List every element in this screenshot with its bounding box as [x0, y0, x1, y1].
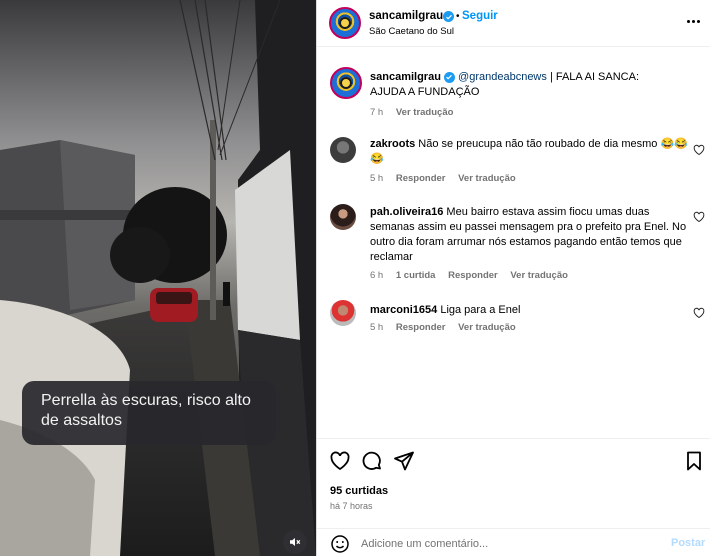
comment-username[interactable]: zakroots — [370, 138, 415, 150]
caption-translate-link[interactable]: Ver tradução — [396, 107, 454, 118]
more-dots-icon — [686, 19, 690, 23]
comment-meta: 5 h Responder Ver tradução — [370, 173, 526, 184]
like-heart-icon[interactable] — [329, 450, 351, 472]
comment-time[interactable]: 6 h — [370, 270, 383, 281]
heart-icon[interactable] — [693, 307, 705, 319]
commenter-avatar[interactable] — [330, 137, 356, 163]
comment-meta: 6 h 1 curtida Responder Ver tradução — [370, 270, 578, 281]
comment-likes-count[interactable]: 1 curtida — [396, 270, 436, 281]
caption-verified-icon — [443, 71, 455, 83]
comment-meta: 5 h Responder Ver tradução — [370, 322, 526, 333]
mute-button[interactable] — [283, 530, 307, 554]
comment-body: Liga para a Enel — [437, 304, 521, 316]
caption-username[interactable]: sancamilgrau — [370, 71, 441, 83]
comment-reply-link[interactable]: Responder — [448, 270, 498, 281]
comment-reply-link[interactable]: Responder — [396, 322, 446, 333]
caption-mention[interactable]: @grandeabcnews — [458, 71, 547, 83]
heart-icon[interactable] — [693, 144, 705, 156]
comment-item: pah.oliveira16 Meu bairro estava assim f… — [330, 204, 705, 286]
comment-translate-link[interactable]: Ver tradução — [510, 270, 568, 281]
heart-icon[interactable] — [693, 211, 705, 223]
comment-time[interactable]: 5 h — [370, 173, 383, 184]
commenter-avatar[interactable] — [330, 300, 356, 326]
comment-item: zakroots Não se preucupa não tão roubado… — [330, 137, 705, 187]
post-media-video[interactable]: Perrella às escuras, risco alto de assal… — [0, 0, 316, 556]
comment-input[interactable] — [361, 535, 661, 553]
author-avatar[interactable] — [329, 7, 361, 39]
comment-username[interactable]: pah.oliveira16 — [370, 206, 443, 218]
comment-bubble-icon[interactable] — [361, 450, 383, 472]
save-bookmark-icon[interactable] — [683, 450, 705, 472]
comment-time[interactable]: 5 h — [370, 322, 383, 333]
caption-author-avatar[interactable] — [330, 67, 362, 99]
more-options-button[interactable] — [682, 13, 704, 29]
post-location[interactable]: São Caetano do Sul — [369, 26, 454, 37]
comment-text: zakroots Não se preucupa não tão roubado… — [370, 137, 690, 167]
share-paper-plane-icon[interactable] — [393, 450, 415, 472]
post-header: sancamilgrau • Seguir São Caetano do Sul — [317, 0, 710, 47]
author-username[interactable]: sancamilgrau — [369, 10, 443, 22]
comment-reply-link[interactable]: Responder — [396, 173, 446, 184]
comment-item: marconi1654 Liga para a Enel 5 h Respond… — [330, 300, 705, 340]
verified-badge-icon — [443, 11, 454, 22]
comment-translate-link[interactable]: Ver tradução — [458, 322, 516, 333]
post-actions: 95 curtidas há 7 horas — [317, 438, 710, 528]
separator-dot: • — [456, 11, 460, 22]
post-comment-button[interactable]: Postar — [671, 537, 705, 549]
add-comment-bar: Postar — [317, 528, 710, 556]
caption-text: sancamilgrau @grandeabcnews | FALA AI SA… — [370, 70, 670, 100]
video-caption-overlay: Perrella às escuras, risco alto de assal… — [22, 381, 276, 445]
comment-text: pah.oliveira16 Meu bairro estava assim f… — [370, 205, 690, 265]
comment-translate-link[interactable]: Ver tradução — [458, 173, 516, 184]
post-timestamp[interactable]: há 7 horas — [330, 501, 373, 511]
likes-count[interactable]: 95 curtidas — [330, 485, 388, 497]
comment-username[interactable]: marconi1654 — [370, 304, 437, 316]
speaker-muted-icon — [290, 538, 301, 546]
commenter-avatar[interactable] — [330, 204, 356, 230]
comment-body: Não se preucupa não tão roubado de dia m… — [370, 138, 688, 165]
video-caption-text: Perrella às escuras, risco alto de assal… — [41, 392, 251, 429]
caption-meta: 7 h Ver tradução — [370, 107, 463, 118]
follow-button[interactable]: Seguir — [462, 10, 498, 22]
street-photo — [0, 0, 316, 556]
caption-time[interactable]: 7 h — [370, 107, 383, 118]
post-caption: sancamilgrau @grandeabcnews | FALA AI SA… — [330, 67, 700, 123]
post-panel: sancamilgrau • Seguir São Caetano do Sul… — [316, 0, 710, 556]
comment-text: marconi1654 Liga para a Enel — [370, 303, 690, 318]
emoji-smiley-icon[interactable] — [330, 534, 350, 554]
